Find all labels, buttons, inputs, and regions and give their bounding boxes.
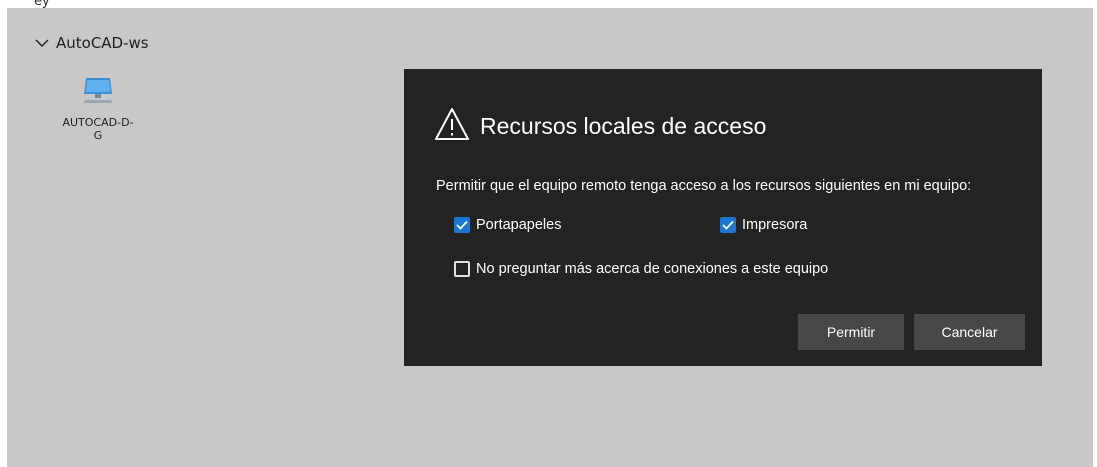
- group-header-autocad-ws[interactable]: AutoCAD-ws: [34, 32, 149, 54]
- checkbox-printer-label: Impresora: [742, 217, 808, 233]
- warning-triangle-icon: [434, 107, 470, 146]
- chevron-down-icon[interactable]: [34, 35, 50, 51]
- checkbox-dont-ask-label: No preguntar más acerca de conexiones a …: [476, 261, 829, 277]
- checkbox-clipboard[interactable]: Portapapeles: [454, 217, 561, 233]
- desktop-tile-autocad[interactable]: AUTOCAD-D- G: [52, 76, 144, 142]
- checkbox-checked-icon[interactable]: [454, 217, 470, 233]
- dialog-title-row: Recursos locales de acceso: [434, 107, 766, 146]
- local-resources-dialog: Recursos locales de acceso Permitir que …: [404, 69, 1042, 366]
- dialog-title: Recursos locales de acceso: [480, 113, 767, 139]
- checkbox-dont-ask[interactable]: No preguntar más acerca de conexiones a …: [454, 261, 828, 277]
- dialog-message: Permitir que el equipo remoto tenga acce…: [436, 178, 972, 194]
- checkbox-checked-icon[interactable]: [720, 217, 736, 233]
- group-label: AutoCAD-ws: [56, 34, 149, 52]
- checkbox-unchecked-icon[interactable]: [454, 261, 470, 277]
- checkbox-printer[interactable]: Impresora: [720, 217, 807, 233]
- allow-button[interactable]: Permitir: [798, 314, 904, 350]
- desktop-tile-label: AUTOCAD-D- G: [62, 116, 134, 142]
- top-strip: ey: [0, 0, 1097, 9]
- monitor-icon: [81, 76, 115, 110]
- cancel-button[interactable]: Cancelar: [914, 314, 1025, 350]
- checkbox-clipboard-label: Portapapeles: [476, 217, 562, 233]
